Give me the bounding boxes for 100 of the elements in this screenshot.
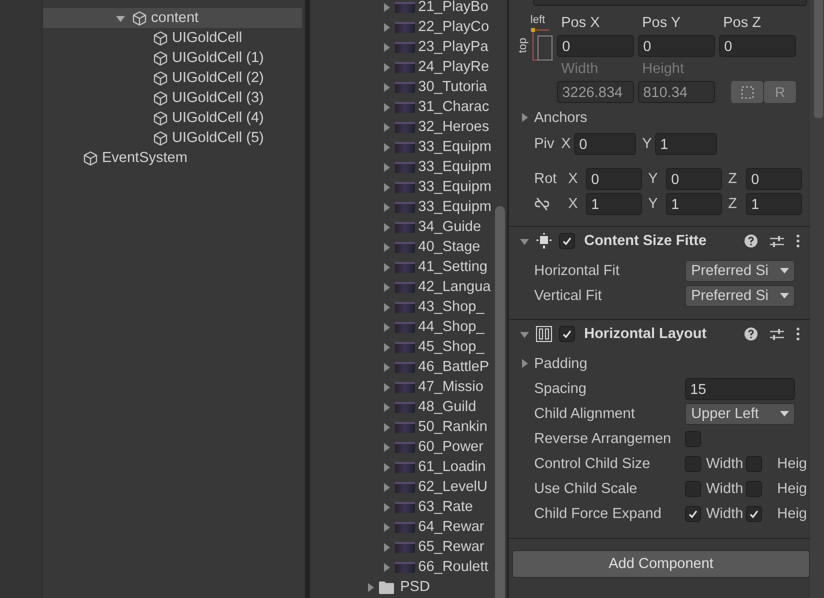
project-item[interactable]: 60_Power (310, 437, 494, 457)
checkbox[interactable] (746, 480, 762, 496)
dropdown[interactable]: Upper Left (685, 402, 796, 424)
project-item[interactable]: 50_Rankin (310, 417, 494, 437)
expand-arrow-icon[interactable] (382, 2, 392, 12)
project-item[interactable]: 24_PlayRe (310, 57, 494, 77)
input-field[interactable]: 0 (574, 133, 636, 155)
input-field[interactable]: 0 (586, 168, 642, 190)
input-field[interactable]: 1 (655, 133, 718, 155)
expand-arrow-icon[interactable] (382, 302, 392, 312)
more-icon[interactable] (796, 327, 800, 341)
checkbox[interactable] (559, 233, 576, 249)
hierarchy-item[interactable]: UIGoldCell (43, 28, 302, 48)
expand-arrow-icon[interactable] (382, 82, 392, 92)
project-item[interactable]: 45_Shop_ (310, 337, 494, 357)
project-item[interactable]: 23_PlayPa (310, 37, 494, 57)
expand-arrow-icon[interactable] (382, 62, 392, 72)
expand-arrow-icon[interactable] (382, 322, 392, 332)
expand-arrow-icon[interactable] (382, 262, 392, 272)
hierarchy-item[interactable]: UIGoldCell (5) (43, 128, 302, 148)
checkbox[interactable] (746, 506, 762, 522)
scrollbar-thumb[interactable] (814, 0, 823, 118)
more-icon[interactable] (796, 234, 800, 248)
expand-arrow-icon[interactable] (382, 522, 392, 532)
add-component-button[interactable]: Add Component (512, 550, 810, 578)
expand-arrow-icon[interactable] (382, 42, 392, 52)
hierarchy-item[interactable]: UIGoldCell (3) (43, 88, 302, 108)
input-field[interactable]: 0 (666, 168, 722, 190)
expand-arrow-icon[interactable] (382, 182, 392, 192)
expand-arrow-icon[interactable] (382, 402, 392, 412)
checkbox[interactable] (685, 456, 702, 472)
project-item[interactable]: 42_Langua (310, 277, 494, 297)
expand-arrow-icon[interactable] (382, 482, 392, 492)
dropdown[interactable]: Preferred Si (685, 284, 796, 306)
hierarchy-item[interactable]: EventSystem (43, 148, 302, 168)
expand-arrow-icon[interactable] (520, 330, 530, 338)
expand-arrow-icon[interactable] (382, 202, 392, 212)
project-item[interactable]: 31_Charac (310, 97, 494, 117)
input-field[interactable]: 0 (746, 168, 802, 190)
project-item[interactable]: 43_Shop_ (310, 297, 494, 317)
project-item[interactable]: 62_LevelU (310, 477, 494, 497)
blueprint-mode-button[interactable] (731, 81, 764, 103)
expand-arrow-icon[interactable] (382, 502, 392, 512)
expand-arrow-icon[interactable] (382, 282, 392, 292)
project-item[interactable]: 65_Rewar (310, 537, 494, 557)
checkbox[interactable] (685, 480, 702, 496)
project-item[interactable]: 61_Loadin (310, 457, 494, 477)
project-item[interactable]: 33_Equipm (310, 137, 494, 157)
expand-arrow-icon[interactable] (382, 542, 392, 552)
expand-arrow-icon[interactable] (382, 362, 392, 372)
project-item[interactable]: 66_Roulett (310, 557, 494, 577)
project-item[interactable]: 47_Missio (310, 377, 494, 397)
input-field[interactable]: 0 (557, 35, 634, 57)
project-item[interactable]: 21_PlayBo (310, 0, 494, 17)
hierarchy-item[interactable]: content (43, 8, 302, 28)
checkbox[interactable] (559, 326, 576, 342)
expand-arrow-icon[interactable] (382, 142, 392, 152)
input-field[interactable]: 1 (746, 193, 802, 215)
project-item[interactable]: 34_Guide (310, 217, 494, 237)
hierarchy-item[interactable]: UIGoldCell (1) (43, 48, 302, 68)
project-item[interactable]: 63_Rate (310, 497, 494, 517)
expand-arrow-icon[interactable] (382, 22, 392, 32)
help-icon[interactable] (744, 234, 758, 248)
project-item[interactable]: 40_Stage (310, 237, 494, 257)
sliders-icon[interactable] (770, 328, 784, 340)
foldout-label[interactable]: Anchors (534, 110, 588, 126)
checkbox[interactable] (685, 430, 702, 446)
project-item[interactable]: 33_Equipm (310, 177, 494, 197)
sliders-icon[interactable] (770, 234, 784, 248)
expand-arrow-icon[interactable] (382, 122, 392, 132)
input-field[interactable]: 0 (638, 35, 716, 57)
expand-arrow-icon[interactable] (382, 442, 392, 452)
expand-arrow-icon[interactable] (382, 162, 392, 172)
expand-arrow-icon[interactable] (382, 242, 392, 252)
input-field[interactable]: 0 (719, 35, 796, 57)
chain-link-icon[interactable] (534, 197, 550, 211)
project-item[interactable]: PSD (310, 577, 488, 597)
dropdown[interactable]: Preferred Si (685, 260, 796, 282)
help-icon[interactable] (744, 327, 758, 341)
scrollbar-thumb[interactable] (495, 206, 506, 598)
hierarchy-item[interactable]: UIGoldCell (4) (43, 108, 302, 128)
project-item[interactable]: 30_Tutoria (310, 77, 494, 97)
project-item[interactable]: 33_Equipm (310, 197, 494, 217)
project-item[interactable]: 48_Guild (310, 397, 494, 417)
project-item[interactable]: 22_PlayCo (310, 17, 494, 37)
foldout-label[interactable]: Padding (534, 356, 588, 372)
checkbox[interactable] (685, 506, 702, 522)
expand-arrow-icon[interactable] (382, 422, 392, 432)
checkbox[interactable] (746, 456, 762, 472)
expand-arrow-icon[interactable] (382, 342, 392, 352)
project-item[interactable]: 33_Equipm (310, 157, 494, 177)
expand-arrow-icon[interactable] (520, 236, 530, 246)
project-item[interactable]: 41_Setting (310, 257, 494, 277)
expand-arrow-icon[interactable] (366, 582, 376, 592)
anchor-preset-icon[interactable] (531, 28, 554, 62)
expand-arrow-icon[interactable] (382, 562, 392, 572)
expand-arrow-icon[interactable] (382, 222, 392, 232)
expand-arrow-icon[interactable] (382, 382, 392, 392)
project-item[interactable]: 44_Shop_ (310, 317, 494, 337)
expand-arrow-icon[interactable] (520, 113, 530, 122)
